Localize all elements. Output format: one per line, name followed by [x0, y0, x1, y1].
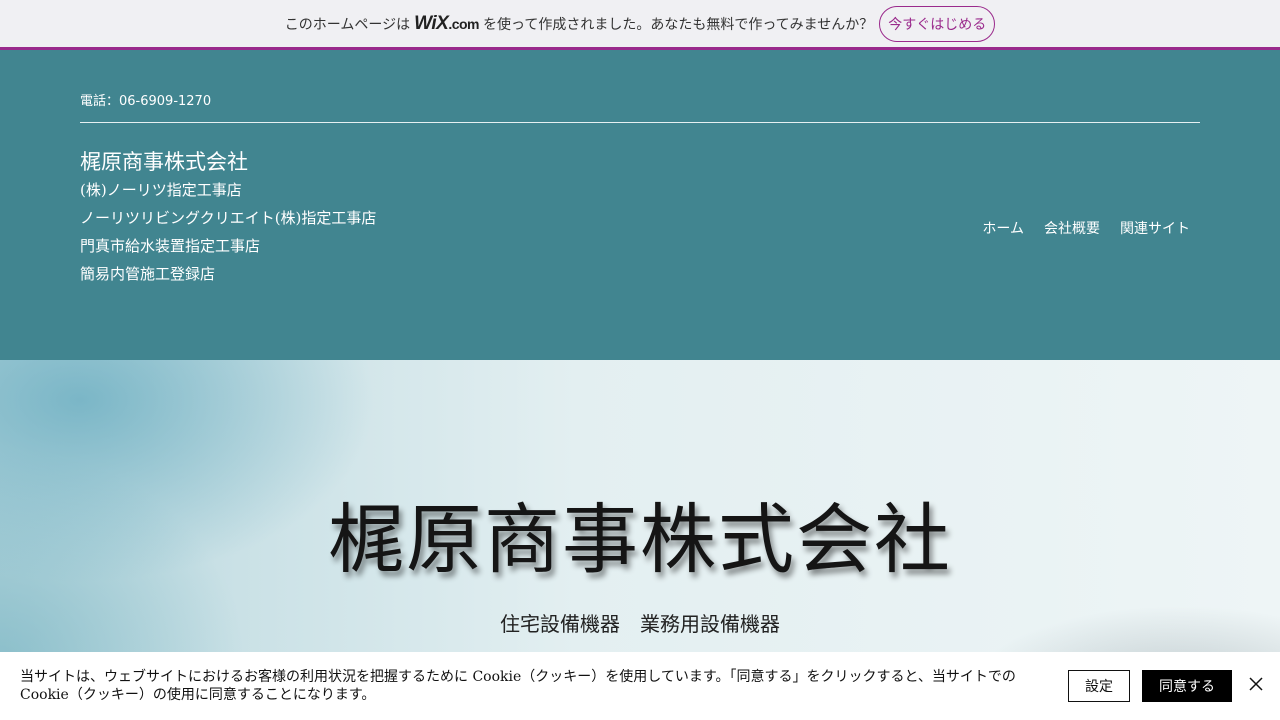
hero-title: 梶原商事株式会社 — [328, 495, 952, 584]
wix-banner-text-after: を使って作成されました。あなたも無料で作ってみませんか？ — [483, 16, 874, 33]
cookie-agree-button[interactable]: 同意する — [1142, 670, 1232, 702]
close-icon[interactable] — [1248, 676, 1264, 692]
cookie-message: 当サイトは、ウェブサイトにおけるお客様の利用状況を把握するために Cookie（… — [20, 669, 1016, 703]
wix-banner-text: このホームページは WiX.com を使って作成されました。あなたも無料で作って… — [285, 13, 873, 35]
credential-line: ノーリツリビングクリエイト(株)指定工事店 — [80, 209, 377, 227]
start-now-button[interactable]: 今すぐはじめる — [879, 5, 996, 42]
main-nav: ホーム 会社概要 関連サイト — [982, 218, 1190, 238]
cookie-consent-bar: 当サイトは、ウェブサイトにおけるお客様の利用状況を把握するために Cookie（… — [0, 652, 1280, 720]
cookie-settings-button[interactable]: 設定 — [1068, 670, 1130, 702]
wix-logo-suffix: .com — [448, 15, 480, 32]
hero-subtitle: 住宅設備機器 業務用設備機器 — [500, 612, 780, 636]
header-divider — [80, 122, 1200, 123]
nav-item-company-profile[interactable]: 会社概要 — [1044, 218, 1100, 238]
site-header: 電話：06-6909-1270 梶原商事株式会社 (株)ノーリツ指定工事店 ノー… — [0, 50, 1280, 360]
company-name[interactable]: 梶原商事株式会社 — [80, 146, 248, 176]
credential-line: (株)ノーリツ指定工事店 — [80, 181, 242, 199]
wix-banner: このホームページは WiX.com を使って作成されました。あなたも無料で作って… — [0, 0, 1280, 50]
wix-logo[interactable]: WiX.com — [414, 13, 479, 35]
nav-item-home[interactable]: ホーム — [982, 218, 1024, 238]
credential-line: 簡易内管施工登録店 — [80, 265, 216, 283]
nav-item-related-sites[interactable]: 関連サイト — [1120, 218, 1190, 238]
wix-banner-text-before: このホームページは — [284, 16, 411, 33]
wix-logo-main: WiX — [414, 12, 449, 34]
company-credentials: (株)ノーリツ指定工事店 ノーリツリビングクリエイト(株)指定工事店 門真市給水… — [80, 176, 376, 288]
credential-line: 門真市給水装置指定工事店 — [80, 237, 261, 255]
phone-number: 電話：06-6909-1270 — [80, 94, 212, 109]
